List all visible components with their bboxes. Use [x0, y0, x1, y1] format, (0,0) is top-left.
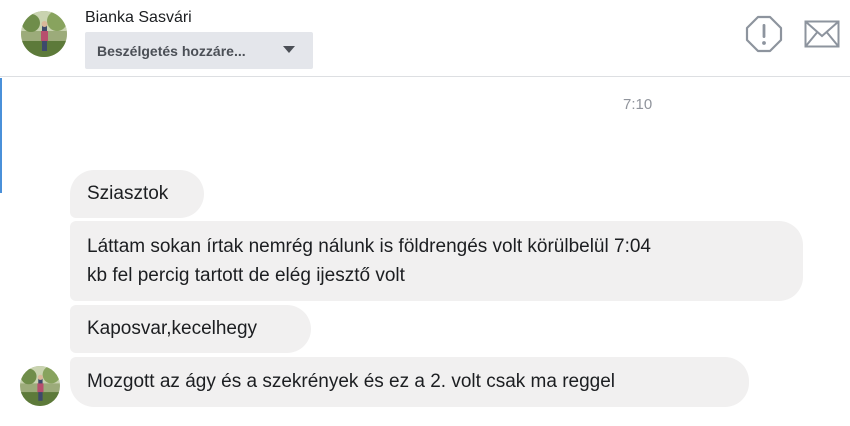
message-text: Kaposvar,kecelhegy [87, 318, 258, 339]
message-text-line: Láttam sokan írtak nemrég nálunk is föld… [87, 236, 651, 257]
message-bubble[interactable]: Sziasztok [70, 170, 204, 218]
chevron-down-icon [283, 46, 295, 53]
message-bubble[interactable]: Kaposvar,kecelhegy [70, 305, 311, 353]
conversation-header: Bianka Sasvári Beszélgetés hozzáre... [0, 0, 850, 77]
message-text-line: kb fel percig tartott de elég ijesztő vo… [87, 265, 405, 286]
contact-avatar[interactable] [21, 11, 67, 57]
alert-icon[interactable] [745, 15, 783, 58]
scroll-indicator [0, 78, 2, 193]
conversation-start-dropdown[interactable]: Beszélgetés hozzáre... [85, 32, 313, 69]
sender-avatar[interactable] [20, 366, 60, 406]
mail-icon[interactable] [804, 20, 840, 53]
conversation-button-label: Beszélgetés hozzáre... [97, 42, 246, 59]
message-text: Mozgott az ágy és a szekrények és ez a 2… [87, 371, 616, 392]
message-timestamp: 7:10 [623, 96, 653, 113]
message-bubble[interactable]: Mozgott az ágy és a szekrények és ez a 2… [70, 357, 749, 407]
message-text: Sziasztok [87, 183, 169, 204]
message-bubble[interactable]: Láttam sokan írtak nemrég nálunk is föld… [70, 221, 803, 301]
contact-name[interactable]: Bianka Sasvári [85, 9, 192, 27]
